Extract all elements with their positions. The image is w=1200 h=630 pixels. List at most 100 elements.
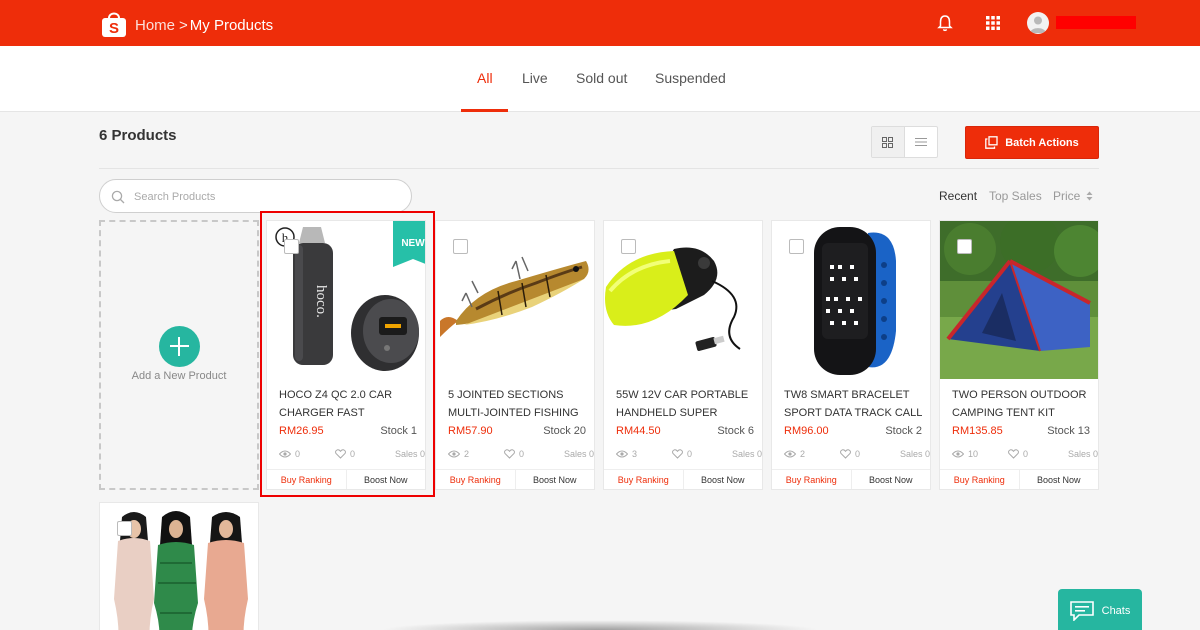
product-search-box	[99, 179, 412, 213]
tab-suspended[interactable]: Suspended	[655, 70, 726, 86]
product-card[interactable]	[99, 502, 259, 630]
new-badge: NEW	[393, 221, 425, 267]
sort-arrows-icon	[1086, 191, 1093, 201]
product-stock: Stock 1	[380, 425, 417, 437]
eye-icon	[448, 450, 460, 458]
boost-now-button[interactable]: Boost Now	[852, 470, 931, 489]
product-card[interactable]: TWO PERSON OUTDOOR CAMPING TENT KIT RM13…	[939, 220, 1099, 490]
list-view-button[interactable]	[905, 127, 938, 157]
sales-count: Sales 0	[731, 449, 762, 459]
sort-price-label: Price	[1053, 189, 1081, 203]
product-stats: 3 0 Sales 0	[616, 449, 762, 461]
product-card[interactable]: TW8 SMART BRACELET SPORT DATA TRACK CALL…	[771, 220, 931, 490]
view-count: 2	[800, 449, 806, 459]
heart-icon	[1008, 449, 1019, 459]
tab-live[interactable]: Live	[522, 70, 548, 86]
product-card[interactable]: h hoco. NEW HOCO Z4 QC 2.0 CAR CHARGER F…	[266, 220, 426, 490]
product-actions: Buy Ranking Boost Now	[436, 469, 595, 489]
grid-view-button[interactable]	[872, 127, 905, 157]
tab-all[interactable]: All	[477, 70, 493, 86]
eye-icon	[952, 450, 964, 458]
product-select-checkbox[interactable]	[453, 239, 468, 254]
view-count: 0	[295, 449, 301, 459]
product-price: RM44.50	[616, 425, 661, 437]
product-stock: Stock 2	[885, 425, 922, 437]
batch-actions-button[interactable]: Batch Actions	[965, 126, 1099, 159]
product-select-checkbox[interactable]	[621, 239, 636, 254]
sort-price[interactable]: Price	[1053, 189, 1093, 203]
search-input[interactable]	[134, 188, 394, 206]
list-view-icon	[914, 138, 927, 146]
breadcrumb: Home > My Products	[135, 17, 273, 34]
tab-sold-out[interactable]: Sold out	[576, 70, 627, 86]
product-price: RM57.90	[448, 425, 493, 437]
apps-grid-icon[interactable]	[986, 16, 1000, 30]
boost-now-button[interactable]: Boost Now	[684, 470, 763, 489]
product-stats: 2 0 Sales 0	[784, 449, 930, 461]
eye-icon	[616, 450, 628, 458]
chat-bubble-icon	[1069, 601, 1094, 621]
product-name[interactable]: 55W 12V CAR PORTABLE HANDHELD SUPER	[616, 387, 762, 422]
product-select-checkbox[interactable]	[284, 239, 299, 254]
bottom-shadow	[380, 620, 820, 630]
heart-icon	[335, 449, 346, 459]
chats-button[interactable]: Chats	[1058, 589, 1142, 630]
status-tab-bar: All Live Sold out Suspended	[0, 46, 1200, 112]
view-count: 3	[632, 449, 638, 459]
svg-text:S: S	[109, 20, 119, 37]
breadcrumb-current: My Products	[189, 17, 274, 34]
sales-count: Sales 0	[1067, 449, 1098, 459]
product-select-checkbox[interactable]	[957, 239, 972, 254]
notification-bell-icon[interactable]	[936, 14, 954, 32]
add-new-product-tile[interactable]: Add a New Product	[99, 220, 259, 490]
like-count: 0	[350, 449, 356, 459]
product-actions: Buy Ranking Boost Now	[940, 469, 1099, 489]
user-icon	[1030, 16, 1046, 33]
user-avatar[interactable]	[1027, 12, 1049, 34]
product-name[interactable]: 5 JOINTED SECTIONS MULTI-JOINTED FISHING	[448, 387, 594, 422]
product-count: 6 Products	[99, 127, 177, 144]
search-icon	[111, 190, 125, 204]
product-stock: Stock 20	[543, 425, 586, 437]
sales-count: Sales 0	[394, 449, 425, 459]
breadcrumb-separator: >	[179, 17, 188, 34]
product-price: RM96.00	[784, 425, 829, 437]
sales-count: Sales 0	[899, 449, 930, 459]
chats-label: Chats	[1101, 605, 1131, 617]
toolbar-divider	[99, 168, 1099, 169]
product-stats: 2 0 Sales 0	[448, 449, 594, 461]
heart-icon	[672, 449, 683, 459]
product-select-checkbox[interactable]	[789, 239, 804, 254]
product-name[interactable]: TWO PERSON OUTDOOR CAMPING TENT KIT	[952, 387, 1098, 422]
breadcrumb-home-link[interactable]: Home	[135, 17, 175, 34]
batch-actions-label: Batch Actions	[1005, 136, 1079, 149]
buy-ranking-button[interactable]: Buy Ranking	[267, 470, 347, 489]
shop-bag-logo-icon[interactable]: S	[101, 10, 127, 38]
product-card[interactable]: 5 JOINTED SECTIONS MULTI-JOINTED FISHING…	[435, 220, 595, 490]
like-count: 0	[1023, 449, 1029, 459]
buy-ranking-button[interactable]: Buy Ranking	[772, 470, 852, 489]
svg-text:hoco.: hoco.	[313, 285, 329, 318]
product-card[interactable]: 55W 12V CAR PORTABLE HANDHELD SUPER RM44…	[603, 220, 763, 490]
buy-ranking-button[interactable]: Buy Ranking	[604, 470, 684, 489]
product-name[interactable]: TW8 SMART BRACELET SPORT DATA TRACK CALL	[784, 387, 930, 422]
heart-icon	[840, 449, 851, 459]
product-price: RM26.95	[279, 425, 324, 437]
sort-top-sales[interactable]: Top Sales	[989, 189, 1042, 203]
boost-now-button[interactable]: Boost Now	[347, 470, 426, 489]
eye-icon	[784, 450, 796, 458]
add-plus-icon	[159, 326, 200, 367]
like-count: 0	[687, 449, 693, 459]
product-actions: Buy Ranking Boost Now	[772, 469, 931, 489]
buy-ranking-button[interactable]: Buy Ranking	[436, 470, 516, 489]
buy-ranking-button[interactable]: Buy Ranking	[940, 470, 1020, 489]
sort-recent[interactable]: Recent	[939, 189, 977, 203]
product-select-checkbox[interactable]	[117, 521, 132, 536]
top-bar: S Home > My Products	[0, 0, 1200, 46]
product-actions: Buy Ranking Boost Now	[604, 469, 763, 489]
boost-now-button[interactable]: Boost Now	[516, 470, 595, 489]
sales-count: Sales 0	[563, 449, 594, 459]
eye-icon	[279, 450, 291, 458]
product-name[interactable]: HOCO Z4 QC 2.0 CAR CHARGER FAST CHARGING	[279, 387, 425, 422]
boost-now-button[interactable]: Boost Now	[1020, 470, 1099, 489]
